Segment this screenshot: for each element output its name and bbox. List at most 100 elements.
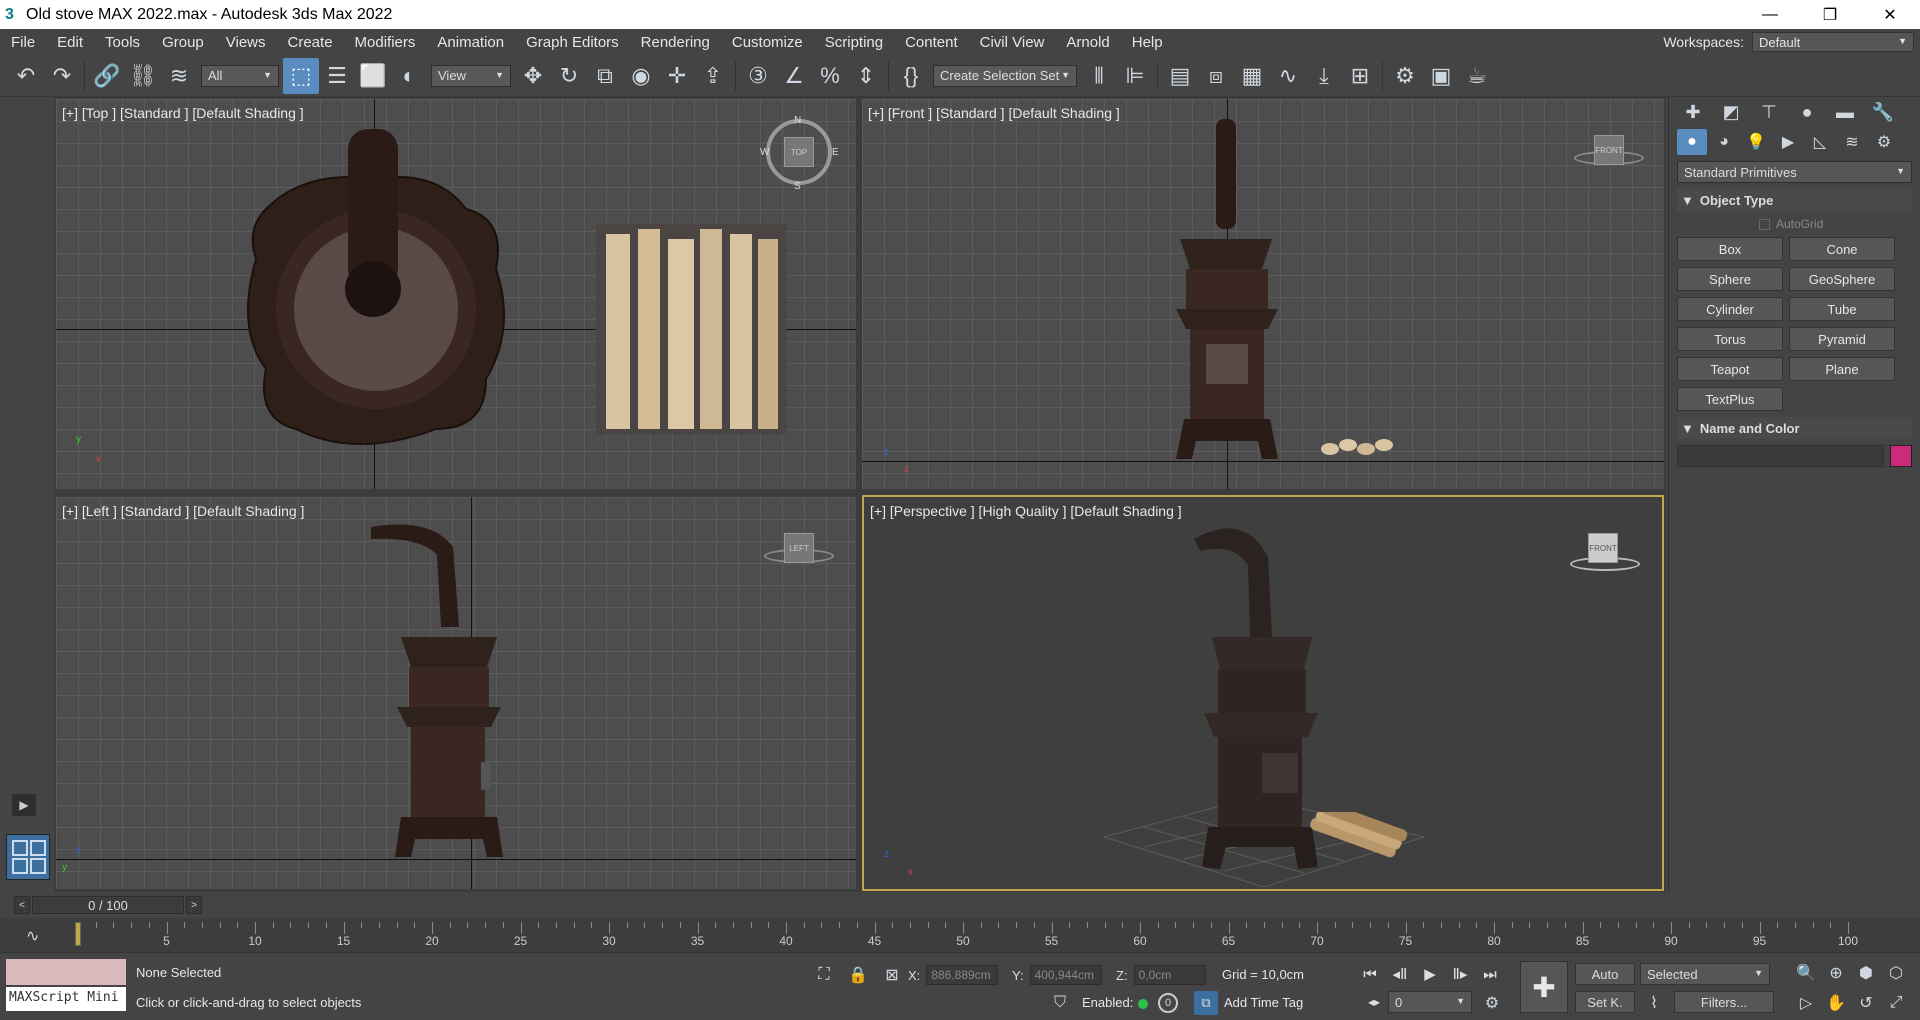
enabled-indicator-icon[interactable] [1138, 999, 1148, 1009]
motion-tab-icon[interactable]: ● [1791, 99, 1823, 125]
cylinder-button[interactable]: Cylinder [1677, 297, 1783, 321]
viewport-label-left[interactable]: [+] [Left ] [Standard ] [Default Shading… [62, 503, 304, 519]
selection-filter-dropdown[interactable]: All [201, 64, 279, 87]
render-setup-icon[interactable]: ⚙ [1387, 58, 1423, 94]
time-tag-button-icon[interactable]: ⧉ [1194, 991, 1218, 1015]
menu-tools[interactable]: Tools [94, 34, 151, 51]
top-viewport[interactable]: [+] [Top ] [Standard ] [Default Shading … [56, 99, 856, 489]
material-editor-icon[interactable]: ⊞ [1342, 58, 1378, 94]
lights-icon[interactable]: 💡 [1741, 129, 1771, 155]
restore-button[interactable]: ❐ [1800, 0, 1860, 29]
box-button[interactable]: Box [1677, 237, 1783, 261]
link-icon[interactable]: 🔗 [89, 58, 125, 94]
absolute-mode-transform-icon[interactable]: ⊠ [880, 963, 904, 987]
selection-lock-icon[interactable]: 🔒 [846, 963, 870, 987]
zoom-extents-icon[interactable]: ⬢ [1854, 961, 1878, 985]
cameras-icon[interactable]: ▶ [1773, 129, 1803, 155]
time-tag-icon[interactable]: 0 [1158, 993, 1178, 1013]
render-production-icon[interactable]: ☕ [1459, 58, 1495, 94]
timeline-ruler[interactable]: 5 10 15 20 25 30 35 40 45 50 55 60 65 70 75 80 85 90 95 100 [78, 922, 1868, 950]
display-tab-icon[interactable]: ▬ [1829, 99, 1861, 125]
bind-space-warp-icon[interactable]: ≋ [161, 58, 197, 94]
window-crossing-icon[interactable]: ◐ [391, 58, 427, 94]
minimize-button[interactable]: — [1740, 0, 1800, 29]
set-key-icon[interactable]: ✚ [1520, 961, 1568, 1013]
time-configuration-icon[interactable]: ⚙ [1480, 991, 1504, 1015]
object-name-input[interactable] [1677, 445, 1884, 467]
viewcube-front[interactable]: FRONT [1594, 135, 1624, 165]
previous-frame-icon[interactable]: ◂Ⅱ [1388, 963, 1412, 985]
select-object-icon[interactable]: ⬚ [283, 57, 319, 94]
mirror-icon[interactable]: ⫴ [1081, 58, 1117, 94]
viewcube-perspective[interactable]: FRONT [1588, 533, 1618, 563]
z-value-field[interactable]: 0,0cm [1133, 965, 1206, 985]
pivot-center-icon[interactable]: ✛ [659, 58, 695, 94]
name-and-color-rollout[interactable]: ▼ Name and Color [1677, 417, 1912, 439]
menu-edit[interactable]: Edit [46, 34, 94, 51]
angle-snap-icon[interactable]: ∠ [776, 58, 812, 94]
viewcube-top[interactable]: TOP [784, 137, 814, 167]
plane-button[interactable]: Plane [1789, 357, 1895, 381]
perspective-viewport[interactable]: [+] [Perspective ] [High Quality ] [Defa… [862, 495, 1664, 891]
add-time-tag[interactable]: Add Time Tag [1224, 995, 1303, 1010]
unlink-icon[interactable]: ⛓ [125, 58, 161, 94]
workspace-dropdown[interactable]: Default [1752, 32, 1914, 52]
menu-modifiers[interactable]: Modifiers [344, 34, 427, 51]
torus-button[interactable]: Torus [1677, 327, 1783, 351]
pyramid-button[interactable]: Pyramid [1789, 327, 1895, 351]
menu-arnold[interactable]: Arnold [1055, 34, 1120, 51]
viewcube-left[interactable]: LEFT [784, 533, 814, 563]
key-filter-dropdown[interactable]: Selected [1640, 963, 1770, 985]
zoom-all-icon[interactable]: ⊕ [1824, 961, 1848, 985]
field-of-view-icon[interactable]: ▷ [1794, 991, 1818, 1015]
y-value-field[interactable]: 400,944cm [1029, 965, 1102, 985]
menu-views[interactable]: Views [215, 34, 277, 51]
autogrid-checkbox[interactable] [1759, 218, 1770, 230]
hierarchy-tab-icon[interactable]: ⊤ [1753, 99, 1785, 125]
time-slider[interactable]: 0 / 100 [32, 896, 184, 914]
zoom-extents-all-icon[interactable]: ⬡ [1884, 961, 1908, 985]
select-and-rotate-icon[interactable]: ↻ [551, 58, 587, 94]
front-viewport[interactable]: [+] [Front ] [Standard ] [Default Shadin… [862, 99, 1664, 489]
teapot-button[interactable]: Teapot [1677, 357, 1783, 381]
utilities-tab-icon[interactable]: 🔧 [1867, 99, 1899, 125]
spinner-snap-icon[interactable]: ⇕ [848, 58, 884, 94]
previous-frame-arrow-icon[interactable]: < [14, 896, 30, 914]
viewport-label-top[interactable]: [+] [Top ] [Standard ] [Default Shading … [62, 105, 304, 121]
ribbon-toggle-icon[interactable]: ▦ [1234, 58, 1270, 94]
menu-scripting[interactable]: Scripting [814, 34, 894, 51]
pan-view-icon[interactable]: ✋ [1824, 991, 1848, 1015]
menu-content[interactable]: Content [894, 34, 969, 51]
create-tab-icon[interactable]: ✚ [1677, 99, 1709, 125]
menu-civil-view[interactable]: Civil View [969, 34, 1056, 51]
modify-tab-icon[interactable]: ◩ [1715, 99, 1747, 125]
time-slider-handle[interactable] [75, 922, 81, 946]
mini-curve-editor-icon[interactable]: ∿ [26, 926, 39, 946]
key-filters-button[interactable]: Filters... [1674, 991, 1774, 1013]
sphere-button[interactable]: Sphere [1677, 267, 1783, 291]
manipulate-icon[interactable]: ⇪ [695, 58, 731, 94]
autogrid-option[interactable]: AutoGrid [1759, 217, 1920, 231]
maxscript-mini-input[interactable]: MAXScript Mini [6, 987, 126, 1011]
next-frame-icon[interactable]: Ⅱ▸ [1448, 963, 1472, 985]
select-and-move-icon[interactable]: ✥ [515, 58, 551, 94]
percent-snap-icon[interactable]: % [812, 58, 848, 94]
object-type-rollout[interactable]: ▼ Object Type [1677, 189, 1912, 211]
reference-coordinate-dropdown[interactable]: View [431, 64, 511, 87]
systems-icon[interactable]: ⚙ [1869, 129, 1899, 155]
geosphere-button[interactable]: GeoSphere [1789, 267, 1895, 291]
cone-button[interactable]: Cone [1789, 237, 1895, 261]
select-and-place-icon[interactable]: ◉ [623, 58, 659, 94]
play-animation-icon[interactable]: ▶ [1418, 963, 1442, 985]
edit-named-selection-icon[interactable]: {} [893, 58, 929, 94]
textplus-button[interactable]: TextPlus [1677, 387, 1783, 411]
set-key-button[interactable]: Set K. [1575, 991, 1635, 1013]
close-button[interactable]: ✕ [1860, 0, 1920, 29]
select-and-scale-icon[interactable]: ⧉ [587, 58, 623, 94]
menu-create[interactable]: Create [277, 34, 344, 51]
frame-step-arrows-icon[interactable]: ◂▸ [1362, 991, 1386, 1013]
menu-help[interactable]: Help [1121, 34, 1174, 51]
undo-icon[interactable]: ↶ [8, 58, 44, 94]
named-selection-set-dropdown[interactable]: Create Selection Set [933, 64, 1077, 87]
x-value-field[interactable]: 886,889cm [926, 965, 999, 985]
